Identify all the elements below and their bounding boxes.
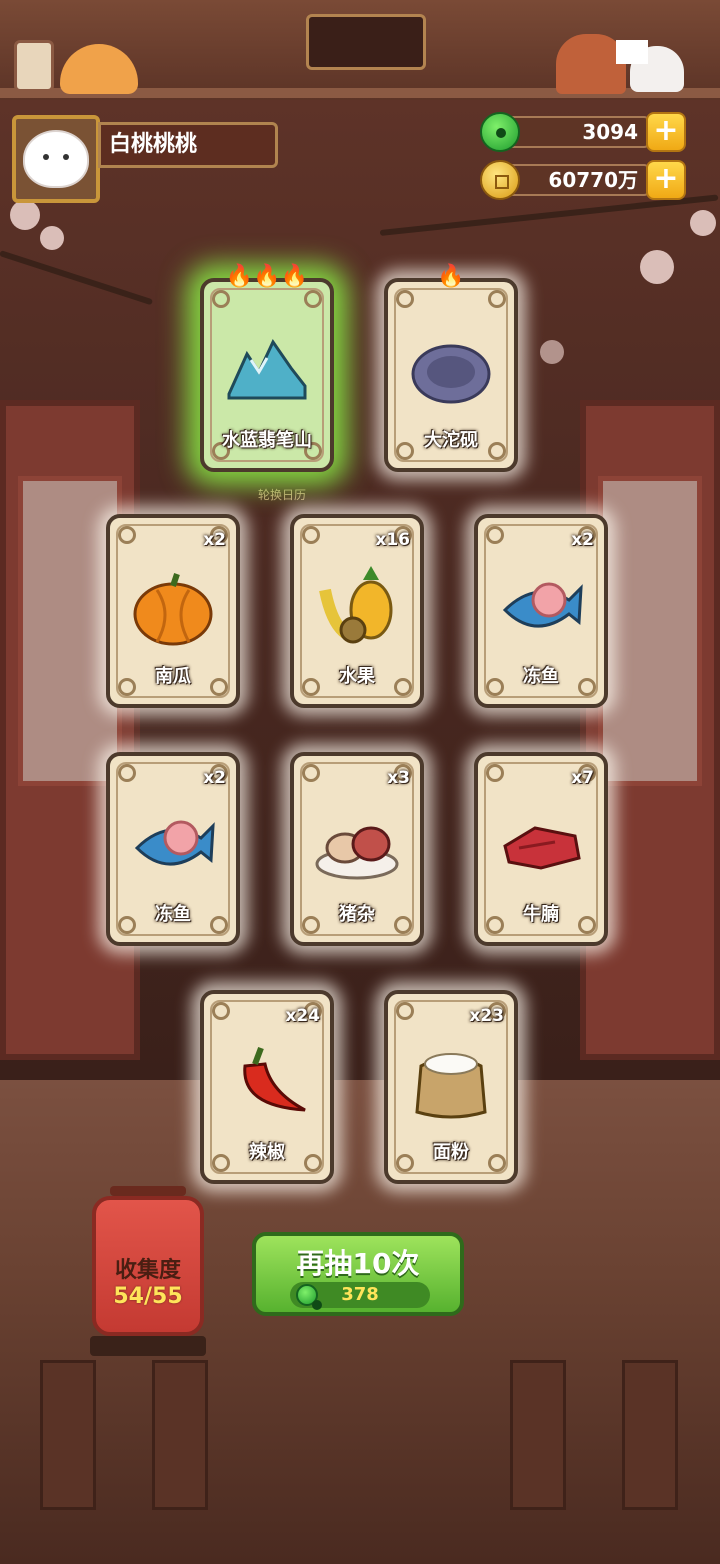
card-count: x3 bbox=[387, 768, 410, 788]
railing-post bbox=[622, 1360, 678, 1510]
card-label: 冻鱼 bbox=[155, 904, 191, 925]
card-count: x2 bbox=[203, 768, 226, 788]
card-corner bbox=[486, 764, 504, 782]
speech-bubble-icon bbox=[616, 40, 648, 64]
card-corner bbox=[118, 764, 136, 782]
railing-post bbox=[40, 1360, 96, 1510]
fish-icon bbox=[127, 798, 219, 890]
card-corner bbox=[212, 290, 230, 308]
reward-card[interactable]: x2 冻鱼 bbox=[474, 514, 608, 708]
blossom-decoration bbox=[540, 340, 564, 364]
fruit-icon bbox=[311, 560, 403, 652]
collection-progress: 54/55 bbox=[113, 1284, 183, 1309]
scroll-banner-icon[interactable] bbox=[306, 14, 426, 70]
mountain-icon bbox=[221, 324, 313, 416]
pumpkin-icon bbox=[127, 560, 219, 652]
draw-button-label: 再抽10次 bbox=[296, 1247, 420, 1280]
card-corner bbox=[302, 526, 320, 544]
hint-text: 轮换日历 bbox=[258, 488, 307, 502]
chili-icon bbox=[221, 1036, 313, 1128]
card-label: 牛腩 bbox=[523, 904, 559, 925]
jade-amount: 3094 bbox=[500, 116, 650, 148]
flame-icon: 🔥🔥🔥 bbox=[225, 264, 309, 289]
flame-icon: 🔥 bbox=[437, 264, 465, 289]
collection-lantern[interactable]: 收集度 54/55 bbox=[92, 1186, 204, 1336]
draw-cost-value: 378 bbox=[341, 1284, 379, 1305]
card-corner bbox=[302, 764, 320, 782]
card-count: x7 bbox=[571, 768, 594, 788]
coin-icon bbox=[480, 160, 520, 200]
inkstone-icon bbox=[405, 324, 497, 416]
railing-post bbox=[152, 1360, 208, 1510]
reward-card[interactable]: x23 面粉 bbox=[384, 990, 518, 1184]
flour-sack-icon bbox=[405, 1036, 497, 1128]
blossom-decoration bbox=[640, 250, 674, 284]
blossom-decoration bbox=[40, 226, 64, 250]
collection-label: 收集度 bbox=[114, 1258, 181, 1283]
reward-card[interactable]: x2 南瓜 bbox=[106, 514, 240, 708]
card-label: 大沱砚 bbox=[424, 430, 478, 451]
card-corner bbox=[396, 1002, 414, 1020]
album-icon[interactable] bbox=[14, 40, 54, 92]
offal-icon bbox=[311, 798, 403, 890]
player-name: 白桃桃桃 bbox=[98, 122, 278, 168]
card-count: x2 bbox=[203, 530, 226, 550]
add-jade-button[interactable]: + bbox=[646, 112, 686, 152]
card-label: 猪杂 bbox=[339, 904, 375, 925]
add-coins-button[interactable]: + bbox=[646, 160, 686, 200]
beef-icon bbox=[495, 798, 587, 890]
card-label: 南瓜 bbox=[155, 666, 191, 687]
reward-card[interactable]: 🔥 大沱砚 bbox=[384, 264, 518, 472]
jade-icon bbox=[480, 112, 520, 152]
blossom-decoration bbox=[690, 210, 716, 236]
card-label: 水果 bbox=[339, 666, 375, 687]
card-corner bbox=[486, 526, 504, 544]
blossom-decoration bbox=[10, 200, 40, 230]
card-corner bbox=[488, 290, 506, 308]
reward-card[interactable]: x24 辣椒 bbox=[200, 990, 334, 1184]
reward-card[interactable]: x3 猪杂 bbox=[290, 752, 424, 946]
coin-amount: 60770万 bbox=[500, 164, 650, 196]
reward-card[interactable]: 🔥🔥🔥 水蓝翡笔山 bbox=[200, 264, 334, 472]
card-label: 面粉 bbox=[433, 1142, 469, 1163]
card-count: x24 bbox=[285, 1006, 320, 1026]
fish-icon bbox=[495, 560, 587, 652]
card-label: 辣椒 bbox=[249, 1142, 285, 1163]
lantern-stand bbox=[90, 1336, 206, 1356]
jade-currency: 3094 + bbox=[480, 112, 690, 152]
card-count: x2 bbox=[571, 530, 594, 550]
player-avatar[interactable] bbox=[12, 115, 100, 203]
draw-cost: 378 bbox=[290, 1282, 430, 1310]
card-label: 水蓝翡笔山 bbox=[222, 430, 312, 451]
reward-card[interactable]: x2 冻鱼 bbox=[106, 752, 240, 946]
reward-card[interactable]: x16 水果 bbox=[290, 514, 424, 708]
railing-post bbox=[510, 1360, 566, 1510]
card-count: x16 bbox=[375, 530, 410, 550]
card-corner bbox=[212, 1002, 230, 1020]
coin-currency: 60770万 + bbox=[480, 160, 690, 200]
card-corner bbox=[396, 290, 414, 308]
left-door bbox=[0, 400, 140, 1060]
draw-10-button[interactable]: 再抽10次 378 bbox=[252, 1232, 464, 1316]
reward-card[interactable]: x7 牛腩 bbox=[474, 752, 608, 946]
right-door bbox=[580, 400, 720, 1060]
card-label: 冻鱼 bbox=[523, 666, 559, 687]
cat-avatar-icon bbox=[23, 130, 89, 188]
card-corner bbox=[304, 290, 322, 308]
card-count: x23 bbox=[469, 1006, 504, 1026]
card-corner bbox=[118, 526, 136, 544]
